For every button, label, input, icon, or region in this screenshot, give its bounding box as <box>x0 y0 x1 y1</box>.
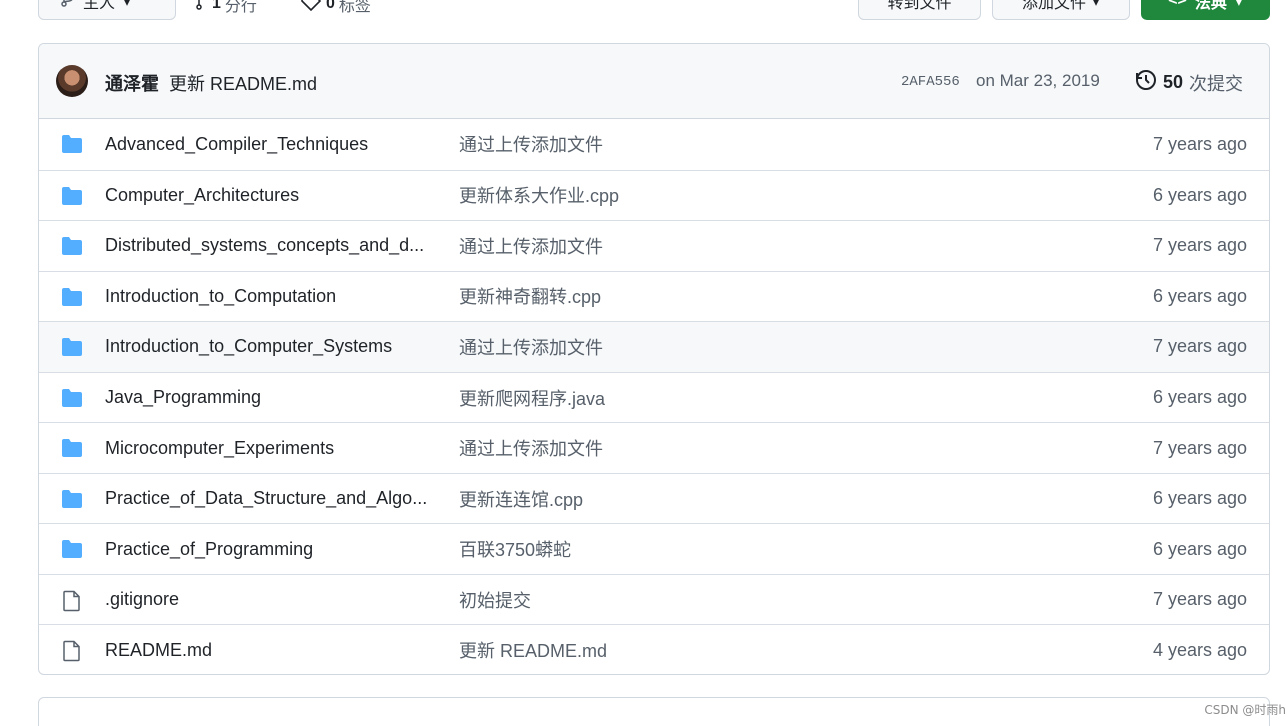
file-browser: 通泽霍 更新 README.md 2AFA556 on Mar 23, 2019… <box>38 43 1270 675</box>
file-commit-message-link[interactable]: 通过上传添加文件 <box>459 131 603 157</box>
file-row[interactable]: Practice_of_Programming 百联3750蟒蛇 6 years a… <box>39 523 1269 574</box>
file-row[interactable]: README.md 更新 README.md 4 years ago <box>39 624 1269 674</box>
history-icon <box>1135 69 1157 96</box>
branch-icon <box>61 0 75 12</box>
latest-commit-bar: 通泽霍 更新 README.md 2AFA556 on Mar 23, 2019… <box>39 44 1269 119</box>
tags-link[interactable]: 0 标签 <box>300 0 371 16</box>
tags-count: 0 <box>326 0 335 12</box>
file-commit-message-link[interactable]: 通过上传添加文件 <box>459 435 603 461</box>
file-commit-message-link[interactable]: 百联3750蟒蛇 <box>459 536 571 562</box>
readme-panel <box>38 697 1270 726</box>
code-label: 法典 <box>1194 0 1227 12</box>
file-age: 6 years ago <box>1152 488 1247 509</box>
repo-toolbar: 主人 ▾ 1 分行 0 标签 转到文件 添加文件 ▾ <> 法典 ▾ <box>0 0 1288 22</box>
file-list: Advanced_Compiler_Techniques 通过上传添加文件 7 ye… <box>39 119 1269 674</box>
file-row[interactable]: Introduction_to_Computation 更新神奇翻转.cpp 6 y… <box>39 270 1269 322</box>
file-name-link[interactable]: Advanced_Compiler_Techniques <box>105 134 435 155</box>
file-commit-message-link[interactable]: 更新 README.md <box>459 637 607 663</box>
file-row[interactable]: Distributed_systems_concepts_and_d... 通过上… <box>39 220 1269 271</box>
file-row[interactable]: Advanced_Compiler_Techniques 通过上传添加文件 7 ye… <box>39 119 1269 170</box>
watermark: CSDN @时雨h <box>1204 703 1286 717</box>
file-name-link[interactable]: Practice_of_Data_Structure_and_Algo... <box>105 488 435 509</box>
file-name-link[interactable]: Introduction_to_Computer_Systems <box>105 336 435 357</box>
file-row[interactable]: Introduction_to_Computer_Systems 通过上传添加文件… <box>39 321 1269 372</box>
file-row[interactable]: Java_Programming 更新爬网程序.java 6 years ago <box>39 371 1269 423</box>
file-commit-message-link[interactable]: 更新爬网程序.java <box>459 385 605 411</box>
file-age: 7 years ago <box>1152 133 1247 154</box>
add-file-button[interactable]: 添加文件 ▾ <box>992 0 1130 20</box>
branch-select-button[interactable]: 主人 ▾ <box>38 0 176 20</box>
file-name-link[interactable]: Practice_of_Programming <box>105 539 435 560</box>
file-icon <box>61 640 83 662</box>
file-name-link[interactable]: Distributed_systems_concepts_and_d... <box>105 235 435 256</box>
file-name-link[interactable]: .gitignore <box>105 589 435 610</box>
commit-history-link[interactable]: 50 次提交 <box>1135 69 1243 96</box>
file-age: 7 years ago <box>1152 437 1247 458</box>
folder-icon <box>61 438 83 458</box>
branches-count: 1 <box>212 0 221 12</box>
tag-icon <box>300 0 322 16</box>
file-row[interactable]: Microcomputer_Experiments 通过上传添加文件 7 years… <box>39 422 1269 473</box>
file-commit-message-link[interactable]: 通过上传添加文件 <box>459 334 603 360</box>
file-name-link[interactable]: README.md <box>105 640 435 661</box>
code-icon: <> <box>1168 0 1187 9</box>
file-commit-message-link[interactable]: 更新连连馆.cpp <box>459 486 583 512</box>
file-commit-message-link[interactable]: 初始提交 <box>459 587 531 613</box>
folder-icon <box>61 134 83 154</box>
file-age: 4 years ago <box>1152 639 1247 660</box>
folder-icon <box>61 287 83 307</box>
folder-icon <box>61 337 83 357</box>
code-button[interactable]: <> 法典 ▾ <box>1141 0 1270 20</box>
folder-icon <box>61 539 83 559</box>
commit-count: 50 <box>1163 72 1184 92</box>
file-commit-message-link[interactable]: 更新体系大作业.cpp <box>459 182 619 208</box>
commit-date: on Mar 23, 2019 <box>976 71 1100 90</box>
file-name-link[interactable]: Computer_Architectures <box>105 185 435 206</box>
folder-icon <box>61 186 83 206</box>
folder-icon <box>61 489 83 509</box>
file-row[interactable]: Practice_of_Data_Structure_and_Algo... 更新… <box>39 472 1269 524</box>
branch-label: 主人 <box>83 0 116 12</box>
chevron-down-icon: ▾ <box>123 0 132 10</box>
chevron-down-icon: ▾ <box>1091 0 1101 10</box>
commit-count-label: 次提交 <box>1189 73 1244 94</box>
file-age: 7 years ago <box>1152 589 1247 610</box>
file-row[interactable]: Computer_Architectures 更新体系大作业.cpp 6 years… <box>39 169 1269 221</box>
file-age: 7 years ago <box>1152 235 1247 256</box>
file-commit-message-link[interactable]: 更新神奇翻转.cpp <box>459 283 601 309</box>
file-commit-message-link[interactable]: 通过上传添加文件 <box>459 233 603 259</box>
file-row[interactable]: .gitignore 初始提交 7 years ago <box>39 573 1269 625</box>
branches-label: 分行 <box>224 0 257 15</box>
commit-message[interactable]: 更新 README.md <box>169 70 317 96</box>
file-icon <box>61 590 83 612</box>
branches-link[interactable]: 1 分行 <box>196 0 257 16</box>
branch-icon <box>196 0 208 15</box>
folder-icon <box>61 388 83 408</box>
file-name-link[interactable]: Introduction_to_Computation <box>105 286 435 307</box>
file-age: 6 years ago <box>1152 538 1247 559</box>
avatar[interactable] <box>56 65 88 97</box>
file-name-link[interactable]: Java_Programming <box>105 387 435 408</box>
file-age: 6 years ago <box>1152 285 1247 306</box>
chevron-down-icon: ▾ <box>1234 0 1243 10</box>
tags-label: 标签 <box>338 0 371 15</box>
commit-sha[interactable]: 2AFA556 <box>901 74 960 90</box>
commit-author[interactable]: 通泽霍 <box>105 70 159 96</box>
folder-icon <box>61 236 83 256</box>
add-file-label: 添加文件 <box>1021 0 1086 12</box>
file-age: 6 years ago <box>1152 387 1247 407</box>
file-age: 6 years ago <box>1152 184 1247 205</box>
goto-file-label: 转到文件 <box>887 0 952 12</box>
goto-file-button[interactable]: 转到文件 <box>858 0 981 20</box>
file-name-link[interactable]: Microcomputer_Experiments <box>105 438 435 459</box>
file-age: 7 years ago <box>1152 336 1247 357</box>
